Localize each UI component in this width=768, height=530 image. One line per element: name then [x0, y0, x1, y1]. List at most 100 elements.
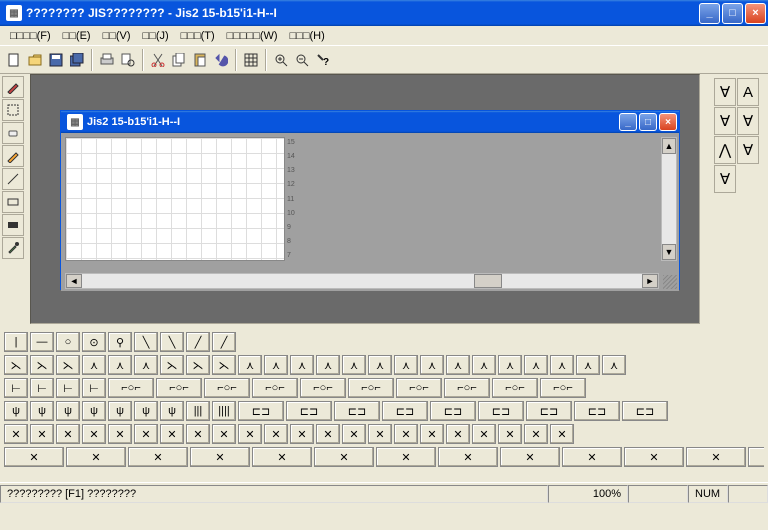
palette-symbol[interactable]: ✕	[290, 424, 314, 444]
palette-symbol[interactable]: ✕	[82, 424, 106, 444]
palette-symbol[interactable]: ⊢	[82, 378, 106, 398]
menu-tools[interactable]: □□□(T)	[175, 28, 221, 44]
menu-j[interactable]: □□(J)	[137, 28, 175, 44]
palette-symbol[interactable]: ⋏	[108, 355, 132, 375]
palette-symbol[interactable]: ⊏⊐	[334, 401, 380, 421]
palette-symbol[interactable]: ⊏⊐	[382, 401, 428, 421]
undo-button[interactable]	[211, 50, 231, 70]
palette-symbol[interactable]: ✕	[500, 447, 560, 467]
fillrect-tool[interactable]	[2, 214, 24, 236]
palette-symbol[interactable]: ⋏	[498, 355, 522, 375]
palette-symbol[interactable]: ✕	[550, 424, 574, 444]
help-button[interactable]: ?	[313, 50, 333, 70]
palette-symbol[interactable]: ψ	[82, 401, 106, 421]
palette-symbol[interactable]: ⌐○⌐	[540, 378, 586, 398]
palette-symbol[interactable]: ✕	[160, 424, 184, 444]
menu-file[interactable]: □□□□(F)	[4, 28, 57, 44]
palette-symbol[interactable]: —	[30, 332, 54, 352]
palette-symbol[interactable]: ⊙	[82, 332, 106, 352]
palette-symbol[interactable]: ψ	[4, 401, 28, 421]
palette-symbol[interactable]: ⊏⊐	[526, 401, 572, 421]
palette-symbol[interactable]: |	[4, 332, 28, 352]
palette-symbol[interactable]: ⚲	[108, 332, 132, 352]
scroll-track[interactable]	[82, 274, 642, 288]
palette-symbol[interactable]: ✕	[342, 424, 366, 444]
palette-symbol[interactable]: ⌐○⌐	[204, 378, 250, 398]
palette-symbol[interactable]: ✕	[498, 424, 522, 444]
scroll-right-icon[interactable]: ►	[642, 274, 658, 288]
palette-symbol[interactable]: ╱	[186, 332, 210, 352]
palette-symbol[interactable]: ⋏	[134, 355, 158, 375]
open-button[interactable]	[25, 50, 45, 70]
scroll-down-icon[interactable]: ▼	[662, 244, 676, 260]
palette-symbol[interactable]: ✕	[30, 424, 54, 444]
palette-symbol[interactable]: ⌐○⌐	[396, 378, 442, 398]
palette-symbol[interactable]: ⊏⊐	[622, 401, 668, 421]
palette-symbol[interactable]: ⋏	[524, 355, 548, 375]
maximize-button[interactable]: □	[722, 3, 743, 24]
palette-symbol[interactable]: ⋏	[238, 355, 262, 375]
palette-symbol[interactable]: ⊢	[30, 378, 54, 398]
scroll-left-icon[interactable]: ◄	[66, 274, 82, 288]
palette-symbol[interactable]: ⌐○⌐	[156, 378, 202, 398]
palette-symbol[interactable]: ✕	[472, 424, 496, 444]
palette-symbol[interactable]: ⋏	[316, 355, 340, 375]
palette-symbol[interactable]: ⌐○⌐	[252, 378, 298, 398]
palette-symbol[interactable]: ✕	[190, 447, 250, 467]
palette-symbol[interactable]: ⋋	[212, 355, 236, 375]
palette-symbol[interactable]: ⊏⊐	[574, 401, 620, 421]
stitch-2[interactable]: A	[737, 78, 759, 106]
palette-symbol[interactable]: ⌐○⌐	[348, 378, 394, 398]
palette-symbol[interactable]: ✕	[562, 447, 622, 467]
palette-symbol[interactable]: |||	[186, 401, 210, 421]
palette-symbol[interactable]: ✕	[134, 424, 158, 444]
palette-symbol[interactable]: ✕	[748, 447, 764, 467]
palette-symbol[interactable]: ✕	[368, 424, 392, 444]
palette-symbol[interactable]: ψ	[160, 401, 184, 421]
scroll-thumb[interactable]	[474, 274, 502, 288]
palette-symbol[interactable]: ⊏⊐	[238, 401, 284, 421]
palette-symbol[interactable]: ✕	[186, 424, 210, 444]
palette-symbol[interactable]: ✕	[686, 447, 746, 467]
marquee-tool[interactable]	[2, 99, 24, 121]
palette-symbol[interactable]: ✕	[4, 447, 64, 467]
palette-symbol[interactable]: ⋏	[472, 355, 496, 375]
palette-symbol[interactable]: ⋋	[160, 355, 184, 375]
minimize-button[interactable]: _	[699, 3, 720, 24]
palette-symbol[interactable]: ✕	[264, 424, 288, 444]
palette-symbol[interactable]: ✕	[128, 447, 188, 467]
palette-symbol[interactable]: ψ	[30, 401, 54, 421]
palette-symbol[interactable]: ⋏	[290, 355, 314, 375]
copy-button[interactable]	[169, 50, 189, 70]
palette-symbol[interactable]: ✕	[314, 447, 374, 467]
palette-symbol[interactable]: ⋏	[82, 355, 106, 375]
stitch-6[interactable]: ∀	[737, 136, 759, 164]
scroll-up-icon[interactable]: ▲	[662, 138, 676, 154]
new-button[interactable]	[4, 50, 24, 70]
palette-symbol[interactable]: ⋏	[368, 355, 392, 375]
cut-button[interactable]	[148, 50, 168, 70]
palette-symbol[interactable]: ||||	[212, 401, 236, 421]
save-button[interactable]	[46, 50, 66, 70]
stitch-1[interactable]: ∀	[714, 78, 736, 106]
palette-symbol[interactable]: ⋏	[602, 355, 626, 375]
palette-symbol[interactable]: ⌐○⌐	[444, 378, 490, 398]
palette-symbol[interactable]: ⌐○⌐	[492, 378, 538, 398]
grid-button[interactable]	[241, 50, 261, 70]
stitch-4[interactable]: ∀	[737, 107, 759, 135]
palette-symbol[interactable]: ⋋	[186, 355, 210, 375]
horizontal-scrollbar[interactable]: ◄ ►	[65, 273, 659, 289]
palette-symbol[interactable]: ⋏	[420, 355, 444, 375]
child-close-button[interactable]: ×	[659, 113, 677, 131]
palette-symbol[interactable]: ✕	[394, 424, 418, 444]
palette-symbol[interactable]: ⋋	[4, 355, 28, 375]
palette-symbol[interactable]: ⋏	[264, 355, 288, 375]
resize-grip-icon[interactable]	[663, 275, 677, 289]
palette-symbol[interactable]: ✕	[238, 424, 262, 444]
palette-symbol[interactable]: ψ	[108, 401, 132, 421]
palette-symbol[interactable]: ⋏	[446, 355, 470, 375]
print-button[interactable]	[97, 50, 117, 70]
zoomin-button[interactable]	[271, 50, 291, 70]
palette-symbol[interactable]: ⌐○⌐	[300, 378, 346, 398]
palette-symbol[interactable]: ⊏⊐	[430, 401, 476, 421]
